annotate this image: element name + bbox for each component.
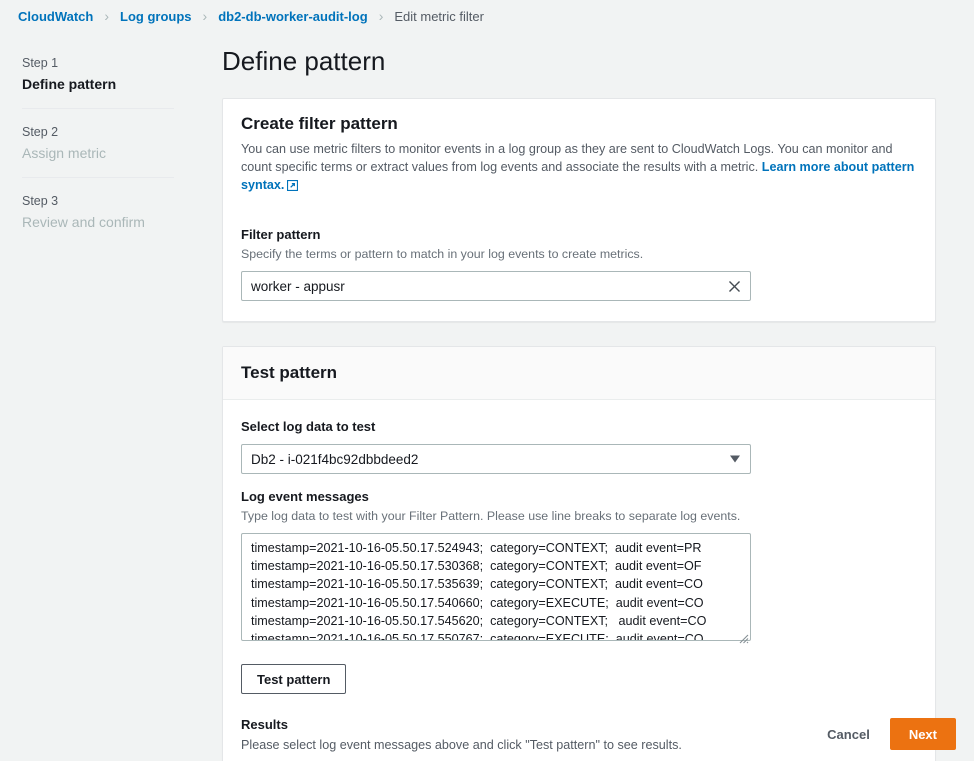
breadcrumb-separator-icon: › xyxy=(378,8,384,24)
cancel-button[interactable]: Cancel xyxy=(815,719,882,750)
breadcrumb-separator-icon: › xyxy=(104,8,110,24)
wizard-step-label: Review and confirm xyxy=(22,214,145,230)
next-button[interactable]: Next xyxy=(889,718,956,750)
close-icon xyxy=(728,280,741,292)
footer-actions: Cancel Next xyxy=(0,707,974,761)
log-event-messages-wrapper: timestamp=2021-10-16-05.50.17.524943; ca… xyxy=(241,533,751,646)
breadcrumb: CloudWatch › Log groups › db2-db-worker-… xyxy=(0,0,974,32)
breadcrumb-item-log-group-name[interactable]: db2-db-worker-audit-log xyxy=(218,9,368,24)
select-log-data-value: Db2 - i-021f4bc92dbbdeed2 xyxy=(251,451,419,467)
main-content: Define pattern Create filter pattern You… xyxy=(214,40,950,761)
test-pattern-title: Test pattern xyxy=(241,363,338,382)
create-filter-pattern-title: Create filter pattern xyxy=(241,114,398,133)
select-log-data-wrapper: Db2 - i-021f4bc92dbbdeed2 xyxy=(241,444,751,474)
wizard-step-divider xyxy=(22,177,174,178)
wizard-step-number: Step 2 xyxy=(22,125,59,139)
filter-pattern-input[interactable] xyxy=(241,271,751,301)
create-filter-pattern-header: Create filter pattern You can use metric… xyxy=(223,99,935,208)
wizard-step-number: Step 3 xyxy=(22,194,59,208)
wizard-steps-sidebar: Step 1 Define pattern Step 2 Assign metr… xyxy=(0,40,214,236)
breadcrumb-item-cloudwatch[interactable]: CloudWatch xyxy=(18,9,93,24)
breadcrumb-separator-icon: › xyxy=(202,8,208,24)
select-log-data-label: Select log data to test xyxy=(241,419,376,434)
create-filter-pattern-body: Filter pattern Specify the terms or patt… xyxy=(223,208,935,321)
wizard-step-define-pattern[interactable]: Step 1 Define pattern xyxy=(22,48,196,98)
select-log-data-field: Select log data to test Db2 - i-021f4bc9… xyxy=(241,418,917,474)
create-filter-pattern-description: You can use metric filters to monitor ev… xyxy=(241,140,917,196)
wizard-step-divider xyxy=(22,108,174,109)
log-event-messages-textarea[interactable]: timestamp=2021-10-16-05.50.17.524943; ca… xyxy=(241,533,751,641)
breadcrumb-item-log-groups[interactable]: Log groups xyxy=(120,9,192,24)
filter-pattern-input-wrapper xyxy=(241,271,751,301)
log-event-messages-hint: Type log data to test with your Filter P… xyxy=(241,509,741,523)
filter-pattern-field: Filter pattern Specify the terms or patt… xyxy=(241,226,917,301)
test-pattern-card: Test pattern Select log data to test Db2… xyxy=(222,346,936,761)
filter-pattern-hint: Specify the terms or pattern to match in… xyxy=(241,247,644,261)
test-pattern-button[interactable]: Test pattern xyxy=(241,664,347,694)
create-filter-pattern-card: Create filter pattern You can use metric… xyxy=(222,98,936,322)
clear-filter-pattern-button[interactable] xyxy=(719,272,750,300)
breadcrumb-item-current: Edit metric filter xyxy=(394,8,484,24)
test-pattern-header: Test pattern xyxy=(223,347,935,400)
external-link-icon[interactable] xyxy=(287,178,299,196)
log-event-messages-label: Log event messages xyxy=(241,489,369,504)
page-container: Step 1 Define pattern Step 2 Assign metr… xyxy=(0,32,974,761)
wizard-step-label: Assign metric xyxy=(22,145,107,161)
page-title: Define pattern xyxy=(222,46,386,76)
log-event-messages-field: Log event messages Type log data to test… xyxy=(241,488,917,646)
wizard-step-number: Step 1 xyxy=(22,56,59,70)
select-log-data-dropdown[interactable]: Db2 - i-021f4bc92dbbdeed2 xyxy=(241,444,751,474)
wizard-step-review-and-confirm[interactable]: Step 3 Review and confirm xyxy=(22,186,196,236)
wizard-step-label: Define pattern xyxy=(22,76,117,92)
wizard-step-assign-metric[interactable]: Step 2 Assign metric xyxy=(22,117,196,167)
filter-pattern-label: Filter pattern xyxy=(241,227,321,242)
